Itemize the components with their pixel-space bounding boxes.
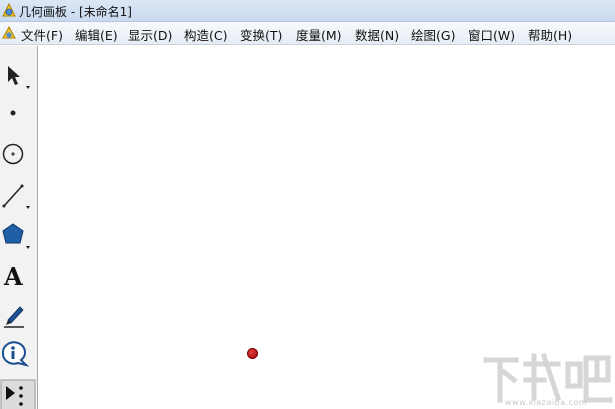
menu-bar: 文件(F) 编辑(E) 显示(D) 构造(C) 变换(T) 度量(M) 数据(N… xyxy=(0,22,615,45)
title-bar[interactable]: 几何画板 - [未命名1] xyxy=(0,0,615,22)
menu-graph[interactable]: 绘图(G) xyxy=(411,25,455,44)
geometers-sketchpad-logo-icon xyxy=(2,2,16,17)
window-title: 几何画板 - [未命名1] xyxy=(19,5,132,19)
document-icon[interactable] xyxy=(2,26,16,40)
menu-file[interactable]: 文件(F) xyxy=(21,25,63,44)
marker-tool[interactable] xyxy=(0,296,36,332)
point-icon xyxy=(10,110,16,116)
line-icon xyxy=(2,184,30,209)
red-point[interactable] xyxy=(247,348,258,359)
menu-transform[interactable]: 变换(T) xyxy=(240,25,282,44)
compass-tool[interactable] xyxy=(0,136,36,172)
menu-display[interactable]: 显示(D) xyxy=(128,25,172,44)
app-window: 几何画板 - [未命名1] 文件(F) 编辑(E) 显示(D) 构造(C) 变换… xyxy=(0,0,615,409)
arrow-icon xyxy=(8,66,30,89)
info-icon xyxy=(1,341,30,367)
menu-measure[interactable]: 度量(M) xyxy=(296,25,342,44)
circle-icon xyxy=(2,143,24,165)
polygon-tool[interactable] xyxy=(0,216,36,252)
menu-construct[interactable]: 构造(C) xyxy=(184,25,227,44)
svg-text:A: A xyxy=(3,262,23,291)
play-dots-icon xyxy=(0,379,36,409)
watermark-url: www.xiazaiba.com xyxy=(505,398,588,407)
point-tool[interactable] xyxy=(0,96,36,132)
menu-data[interactable]: 数据(N) xyxy=(355,25,399,44)
menu-help[interactable]: 帮助(H) xyxy=(528,25,572,44)
custom-tool[interactable] xyxy=(0,376,36,409)
menu-window[interactable]: 窗口(W) xyxy=(468,25,515,44)
text-tool[interactable]: A xyxy=(0,256,36,292)
toolbox: A xyxy=(0,46,38,409)
menu-edit[interactable]: 编辑(E) xyxy=(75,25,118,44)
information-tool[interactable] xyxy=(0,336,36,372)
pen-icon xyxy=(4,306,24,328)
text-a-icon: A xyxy=(3,262,23,291)
straightedge-tool[interactable] xyxy=(0,176,36,212)
pentagon-icon xyxy=(2,223,30,249)
selection-arrow-tool[interactable] xyxy=(0,56,36,92)
